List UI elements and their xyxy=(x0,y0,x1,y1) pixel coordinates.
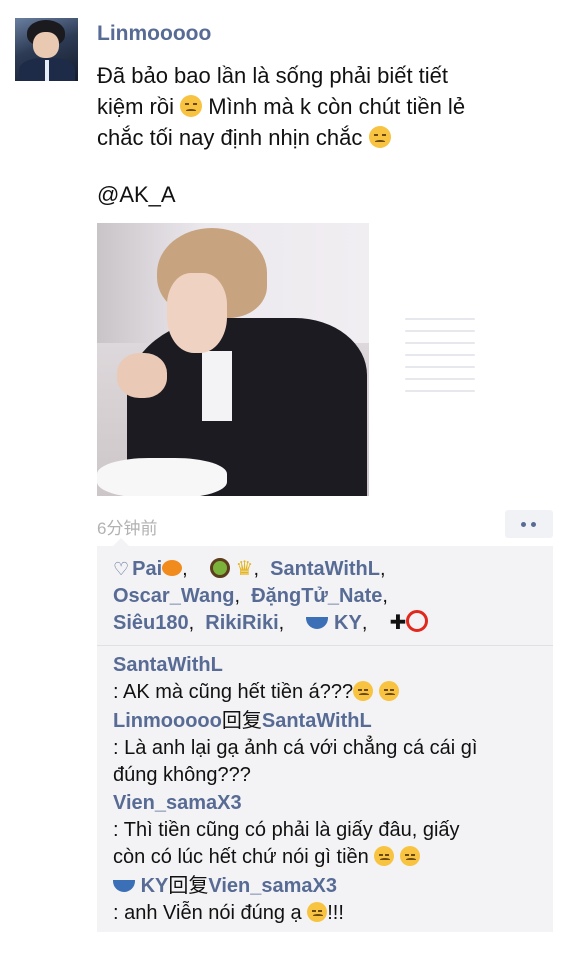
comment-item[interactable]: Vien_samaX3 : Thì tiền cũng có phải là g… xyxy=(113,790,543,871)
weary-face-icon xyxy=(180,95,203,117)
comments-caret xyxy=(113,538,129,546)
unamused-face-icon xyxy=(378,681,399,701)
likes-list: ♡ Pai, ♛, SantaWithL, Oscar_Wang, ĐặngTử_… xyxy=(113,556,543,637)
like-user-rikiriki[interactable]: RikiRiki xyxy=(205,612,278,634)
circle-icon xyxy=(406,610,429,632)
comment-author[interactable]: KY xyxy=(141,875,169,897)
bowl-icon xyxy=(306,617,329,629)
plus-icon: ✚ xyxy=(389,612,407,634)
watermark-stamp-icon xyxy=(405,318,475,418)
comment-text-line: còn có lúc hết chứ nói gì tiền xyxy=(113,846,369,868)
post-line-3: Mình mà k còn chút tiền lẻ xyxy=(208,94,466,119)
comment-author[interactable]: Linmooooo xyxy=(113,710,222,732)
heart-icon: ♡ xyxy=(113,559,130,579)
disappointed-face-icon xyxy=(374,846,395,866)
kiwi-icon xyxy=(209,558,230,578)
comment-item[interactable]: SantaWithL : AK mà cũng hết tiền á??? xyxy=(113,652,543,706)
comment-text: : AK mà cũng hết tiền á??? xyxy=(113,681,354,703)
divider xyxy=(97,645,553,646)
bowl-icon xyxy=(113,880,135,892)
comment-item[interactable]: Linmooooo回复SantaWithL : Là anh lại gạ ản… xyxy=(113,708,543,789)
like-user-sieu180[interactable]: Siêu180 xyxy=(113,612,189,634)
comment-text-line: đúng không??? xyxy=(113,764,251,786)
unamused-face-icon xyxy=(368,126,391,148)
post-time: 6分钟前 xyxy=(97,519,158,538)
crown-icon: ♛ xyxy=(235,558,254,580)
comment-item[interactable]: KY回复Vien_samaX3 : anh Viễn nói đúng ạ !!… xyxy=(113,873,543,927)
reply-label: 回复 xyxy=(221,710,262,732)
comment-text: : anh Viễn nói đúng ạ xyxy=(113,902,302,924)
post-line-4: chắc tối nay định nhịn chắc xyxy=(97,125,363,150)
mention[interactable]: @AK_A xyxy=(97,182,176,208)
like-user-oscar[interactable]: Oscar_Wang xyxy=(113,585,235,607)
comment-author[interactable]: SantaWithL xyxy=(113,654,223,676)
slightly-frowning-face-icon xyxy=(307,902,328,922)
like-user-pai[interactable]: Pai xyxy=(132,558,162,580)
reply-label: 回复 xyxy=(168,875,209,897)
more-actions-button[interactable] xyxy=(505,510,553,538)
comment-text-line: : Là anh lại gạ ảnh cá với chẳng cá cái … xyxy=(113,737,478,759)
post-line-2: kiệm rồi xyxy=(97,94,175,119)
reply-target[interactable]: SantaWithL xyxy=(262,710,372,732)
reply-target[interactable]: Vien_samaX3 xyxy=(208,875,337,897)
post-text: Đã bảo bao lần là sống phải biết tiết ki… xyxy=(97,60,537,153)
post-username[interactable]: Linmooooo xyxy=(97,22,211,46)
comment-text-line: : Thì tiền cũng có phải là giấy đâu, giấ… xyxy=(113,819,460,841)
like-user-nate[interactable]: ĐặngTử_Nate xyxy=(251,585,382,607)
post-photo[interactable] xyxy=(97,223,369,496)
comment-author[interactable]: Vien_samaX3 xyxy=(113,792,242,814)
avatar[interactable] xyxy=(15,18,78,81)
disappointed-face-icon xyxy=(399,846,420,866)
like-user-ky[interactable]: KY xyxy=(334,612,362,634)
unamused-face-icon xyxy=(353,681,374,701)
comment-suffix: !!! xyxy=(327,902,344,924)
post-line-1: Đã bảo bao lần là sống phải biết tiết xyxy=(97,63,449,88)
like-user-santawithl[interactable]: SantaWithL xyxy=(270,558,380,580)
pumpkin-icon xyxy=(162,560,183,576)
